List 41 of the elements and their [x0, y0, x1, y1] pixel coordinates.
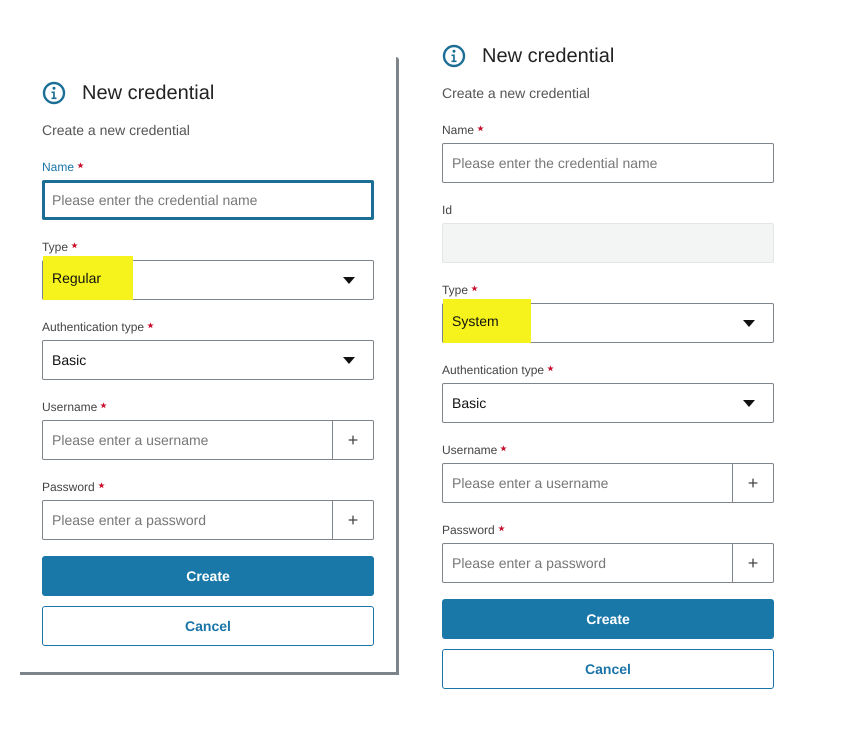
cancel-button[interactable]: Cancel: [442, 649, 774, 689]
caret-icon: [343, 276, 355, 284]
field-label: Username: [442, 443, 498, 458]
dropdown-value: System: [443, 299, 531, 343]
add-button[interactable]: +: [733, 463, 774, 503]
add-button[interactable]: +: [333, 500, 374, 540]
field-label: Password: [42, 480, 95, 495]
dialog-title: New credential: [482, 44, 614, 68]
create-button[interactable]: Create: [42, 556, 374, 596]
text-field[interactable]: Please enter a username: [442, 463, 733, 503]
add-button[interactable]: +: [733, 543, 774, 583]
dropdown[interactable]: Basic: [442, 383, 774, 423]
dialog-subtitle: Create a new credential: [42, 122, 191, 138]
caret-icon: [743, 320, 755, 326]
text-field[interactable]: Please enter a username: [42, 420, 333, 460]
text-field[interactable]: Please enter a password: [442, 543, 733, 583]
cancel-button[interactable]: Cancel: [42, 606, 374, 646]
field-label: Username: [42, 400, 98, 415]
field-label: Type: [442, 283, 468, 298]
dialog-title: New credential: [82, 82, 214, 104]
info-icon: [442, 44, 466, 68]
dropdown-value: Basic: [51, 351, 88, 370]
text-field[interactable]: Please enter the credential name: [442, 143, 774, 183]
field-label: Password: [442, 523, 495, 538]
field-label: Type: [42, 240, 68, 255]
caret-icon: [743, 400, 755, 406]
field-label: Name: [442, 123, 474, 138]
add-button[interactable]: +: [333, 420, 374, 460]
dropdown-value: Regular: [43, 256, 134, 300]
field-label: Id: [442, 203, 452, 218]
text-field[interactable]: Please enter the credential name: [42, 180, 374, 220]
field-label: Authentication type: [442, 363, 544, 378]
field-label: Authentication type: [42, 320, 144, 335]
dropdown[interactable]: Basic: [42, 340, 374, 380]
create-button[interactable]: Create: [442, 599, 774, 639]
text-field[interactable]: Please enter a password: [42, 500, 333, 540]
field-label: Name: [42, 160, 74, 175]
dialog-subtitle: Create a new credential: [442, 85, 591, 101]
caret-icon: [343, 356, 355, 364]
dropdown-value: Basic: [451, 394, 488, 413]
info-icon: [42, 81, 66, 105]
